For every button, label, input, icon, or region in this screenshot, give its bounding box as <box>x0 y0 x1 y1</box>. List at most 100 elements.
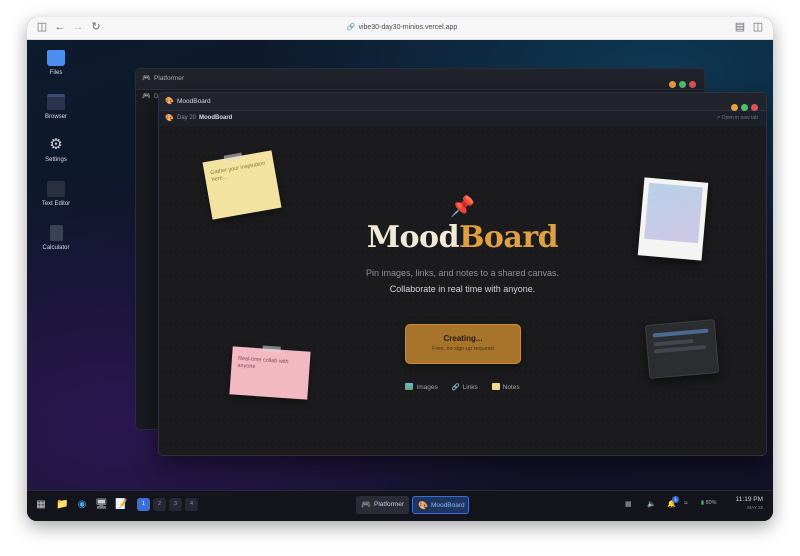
desktop-icon-files[interactable]: Files <box>35 50 77 76</box>
title-part2: Board <box>459 220 559 255</box>
folder-icon <box>47 50 65 66</box>
desktop-icon-calculator[interactable]: Calculator <box>35 225 77 251</box>
browser-toolbar: ◫ ← → ↻ 🔗 vibe30-day30-minios.vercel.app … <box>27 17 773 40</box>
lock-icon: 🔗 <box>346 24 356 31</box>
task-label: Platformer <box>374 501 404 508</box>
reload-icon[interactable]: ↻ <box>89 20 103 34</box>
window-titlebar[interactable]: 🎮 Platformer <box>136 69 704 90</box>
browser-frame: ◫ ← → ↻ 🔗 vibe30-day30-minios.vercel.app … <box>27 17 773 521</box>
link-icon: 🔗 <box>451 384 460 391</box>
gamepad-icon: 🎮 <box>361 500 371 509</box>
image-icon <box>405 383 414 390</box>
maximize-button[interactable] <box>741 104 748 111</box>
forward-icon[interactable]: → <box>71 20 85 34</box>
sidebar-icon[interactable]: ◫ <box>35 20 49 34</box>
feature-notes: Notes <box>491 383 520 391</box>
desktop: Files Browser ⚙ Settings Text Editor Cal… <box>27 40 773 521</box>
notification-bell-icon[interactable]: 🔔 1 <box>667 496 679 508</box>
breadcrumb-day: Day 20 <box>177 115 197 121</box>
clock[interactable]: 11:19 PM MAY 28 <box>736 496 763 510</box>
close-button[interactable] <box>751 104 758 111</box>
desktop-icon-label: Calculator <box>42 245 70 251</box>
battery-icon: ▮ <box>701 500 705 506</box>
palette-icon: 🎨 <box>165 115 174 122</box>
moodboard-canvas: Gather your inspiration here... Real-tim… <box>159 126 766 455</box>
desktop-icon-settings[interactable]: ⚙ Settings <box>35 136 77 164</box>
grid-start-icon[interactable]: ▦ <box>35 499 47 511</box>
gamepad-icon: 🎮 <box>142 93 151 100</box>
desktop-icon-browser[interactable]: Browser <box>35 94 77 120</box>
desktop-icon-text-editor[interactable]: Text Editor <box>35 181 77 207</box>
close-button[interactable] <box>689 81 696 88</box>
feature-links: 🔗 Links <box>452 383 478 391</box>
text-editor-icon <box>47 181 65 197</box>
cta-label: Creating... <box>443 334 483 343</box>
sticky-note-pink[interactable]: Real-time collab with anyone <box>229 345 311 400</box>
split-view-icon[interactable]: ◫ <box>751 20 765 34</box>
notepad-icon <box>491 383 500 390</box>
gear-icon: ⚙ <box>49 136 63 153</box>
breadcrumb-app: MoodBoard <box>199 115 233 121</box>
tape <box>223 152 243 162</box>
desktop-icon-label: Files <box>49 70 63 76</box>
feature-list: Images 🔗 Links Notes <box>159 383 766 391</box>
palette-icon: 🎨 <box>418 501 428 510</box>
card-line <box>653 344 707 354</box>
workspace-1[interactable]: 1 <box>137 498 150 511</box>
hero-title: MoodBoard <box>159 220 766 255</box>
create-board-button[interactable]: Creating... Free, no sign-up required <box>405 324 521 364</box>
desktop-icon-label: Browser <box>44 114 67 120</box>
breadcrumb-text: Day 20 MoodBoard <box>177 111 232 126</box>
back-icon[interactable]: ← <box>53 20 67 34</box>
minimize-button[interactable] <box>669 81 676 88</box>
workspace-3[interactable]: 3 <box>169 498 182 511</box>
moodboard-window[interactable]: 🎨 MoodBoard 🎨 Day 20 MoodBoard ↗ Open in … <box>158 92 767 456</box>
reader-icon[interactable]: ▤ <box>733 20 747 34</box>
window-title: Platformer <box>154 75 184 82</box>
link-card[interactable] <box>644 319 720 379</box>
open-new-tab-link[interactable]: ↗ Open in new tab <box>716 111 758 126</box>
feature-images: Images <box>405 383 438 391</box>
maximize-button[interactable] <box>679 81 686 88</box>
feature-label: Notes <box>502 384 520 391</box>
globe-icon[interactable]: ◉ <box>76 499 88 511</box>
window-titlebar[interactable]: 🎨 MoodBoard <box>159 93 766 111</box>
url-bar[interactable]: 🔗 vibe30-day30-minios.vercel.app <box>327 21 477 35</box>
widgets-icon[interactable]: ▦ <box>625 500 632 508</box>
browser-window-icon <box>47 94 65 110</box>
taskbar: ▦ 📁 ◉ 🖥 📝 1 2 3 4 🎮 Platformer 🎨 MoodBoard… <box>27 490 773 521</box>
card-line <box>652 328 709 338</box>
desktop-icon-label: Text Editor <box>41 201 71 207</box>
note-text: Gather your inspiration here... <box>209 160 266 184</box>
note-text: Real-time collab with anyone <box>237 355 289 370</box>
task-platformer[interactable]: 🎮 Platformer <box>356 496 409 514</box>
card-line <box>653 338 694 347</box>
clock-time: 11:19 PM <box>735 496 763 503</box>
title-part1: Mood <box>366 220 460 255</box>
folder-icon[interactable]: 📁 <box>56 499 68 511</box>
hero-tagline: Collaborate in real time with anyone. <box>389 284 536 294</box>
calculator-icon <box>49 225 63 241</box>
notification-badge: 1 <box>672 496 679 503</box>
open-new-tab-label: Open in new tab <box>721 115 758 121</box>
battery-indicator[interactable]: ▮ 80% <box>701 500 717 506</box>
wifi-icon[interactable]: ≈ <box>684 500 688 507</box>
feature-label: Links <box>462 384 478 391</box>
volume-icon[interactable]: 🔈 <box>647 500 656 508</box>
minimize-button[interactable] <box>731 104 738 111</box>
notepad-icon[interactable]: 📝 <box>115 499 127 511</box>
clock-date: MAY 28 <box>747 505 763 510</box>
desktop-icon-label: Settings <box>45 157 67 163</box>
hero-subtitle: Pin images, links, and notes to a shared… <box>365 268 560 278</box>
feature-label: Images <box>416 384 438 391</box>
task-moodboard[interactable]: 🎨 MoodBoard <box>412 496 469 514</box>
monitor-icon[interactable]: 🖥 <box>95 499 108 511</box>
task-label: MoodBoard <box>431 502 465 509</box>
gamepad-icon: 🎮 <box>142 75 151 82</box>
cta-sublabel: Free, no sign-up required <box>432 346 494 352</box>
battery-percent: 80% <box>705 500 717 506</box>
workspace-4[interactable]: 4 <box>185 498 198 511</box>
tape <box>262 345 281 353</box>
workspace-2[interactable]: 2 <box>153 498 166 511</box>
window-title: MoodBoard <box>177 98 211 105</box>
